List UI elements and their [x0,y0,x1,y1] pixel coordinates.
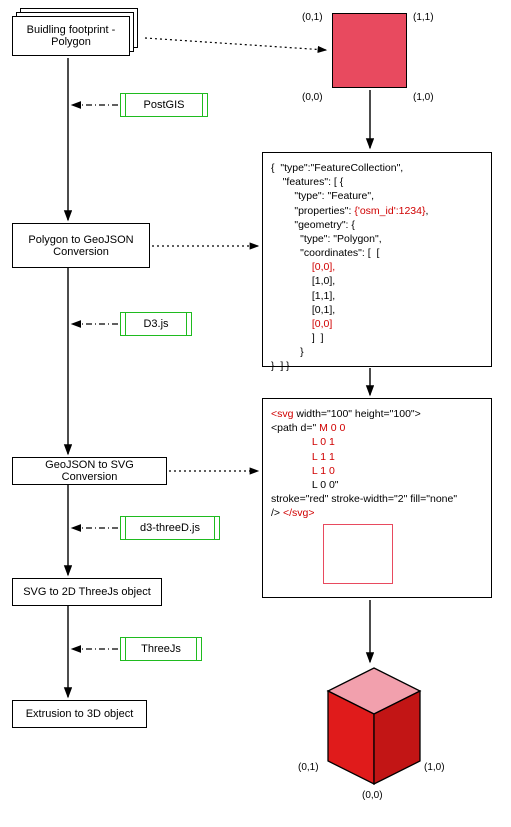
geojson-code-box: { "type":"FeatureCollection", "features"… [262,152,492,367]
step5-label: Extrusion to 3D object [26,708,134,720]
coord-cube-bl: (0,1) [298,762,319,773]
step-svg-to-threejs: SVG to 2D ThreeJs object [12,578,162,606]
tool3-label: d3-threeD.js [140,522,200,534]
tool2-label: D3.js [143,318,168,330]
step-polygon-to-geojson: Polygon to GeoJSON Conversion [12,223,150,268]
coord-cube-br: (1,0) [424,762,445,773]
step4-label: SVG to 2D ThreeJs object [23,586,151,598]
svg-preview-square [323,524,393,584]
step-extrusion: Extrusion to 3D object [12,700,147,728]
tool-d3js: D3.js [120,312,192,336]
step2-label: Polygon to GeoJSON Conversion [21,234,141,258]
coord-cube-bottom: (0,0) [362,790,383,801]
step3-label: GeoJSON to SVG Conversion [21,459,158,483]
step1-label: Buidling footprint - Polygon [21,24,121,48]
tool1-label: PostGIS [144,99,185,111]
step-building-footprint: Buidling footprint - Polygon [12,16,130,56]
coord-sq-bl: (0,0) [302,92,323,103]
coord-sq-tr: (1,1) [413,12,434,23]
tool-threejs: ThreeJs [120,637,202,661]
coord-sq-tl: (0,1) [302,12,323,23]
tool-postgis: PostGIS [120,93,208,117]
svg-code-box: <svg width="100" height="100"> <path d="… [262,398,492,598]
tool4-label: ThreeJs [141,643,181,655]
coord-sq-br: (1,0) [413,92,434,103]
step-geojson-to-svg: GeoJSON to SVG Conversion [12,457,167,485]
red-square [332,13,407,88]
tool-d3threed: d3-threeD.js [120,516,220,540]
